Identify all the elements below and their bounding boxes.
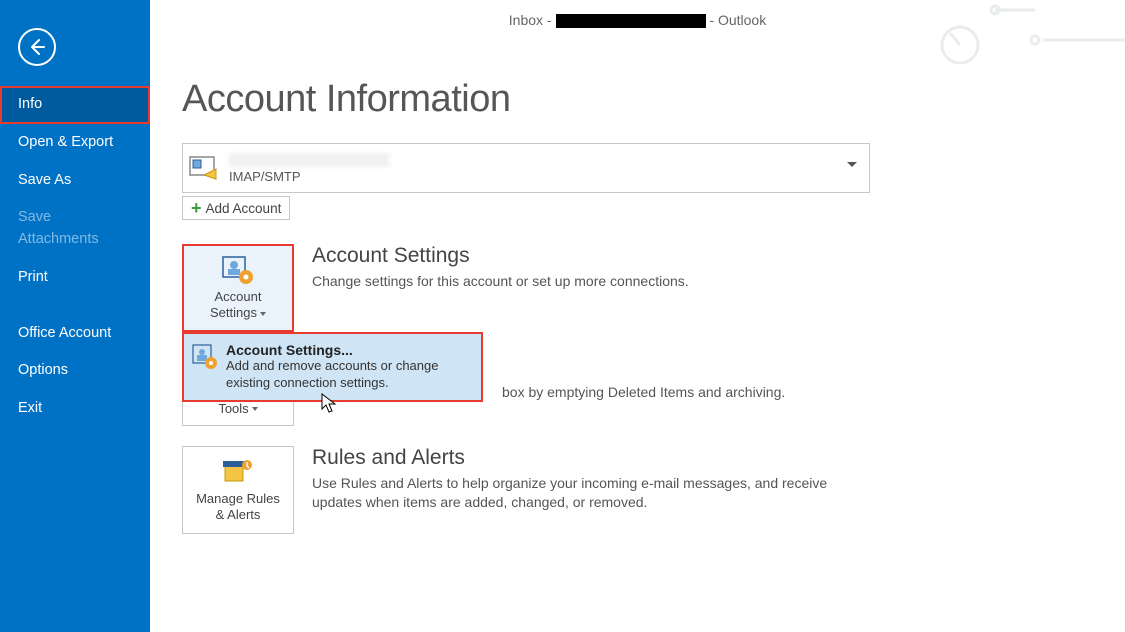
decoration-graphic	[925, 0, 1125, 70]
nav-print[interactable]: Print	[0, 259, 150, 297]
account-email-redacted	[229, 153, 389, 167]
dropdown-description: Add and remove accounts or change existi…	[226, 358, 473, 392]
chevron-down-icon	[260, 312, 266, 316]
account-settings-icon	[192, 344, 218, 370]
dropdown-title: Account Settings...	[226, 342, 473, 358]
nav-open-export[interactable]: Open & Export	[0, 124, 150, 162]
redacted-email	[556, 14, 706, 28]
rules-alerts-icon	[221, 457, 255, 487]
chevron-down-icon	[847, 162, 857, 167]
nav-save-attachments: Save Attachments	[0, 199, 150, 259]
account-settings-button[interactable]: Account Settings	[182, 244, 294, 332]
arrow-left-icon	[27, 37, 47, 57]
account-settings-icon	[221, 255, 255, 285]
account-settings-description: Change settings for this account or set …	[312, 272, 689, 291]
main-content: Inbox - - Outlook Account Information IM…	[150, 0, 1125, 632]
rules-alerts-description: Use Rules and Alerts to help organize yo…	[312, 474, 852, 512]
account-settings-heading: Account Settings	[312, 244, 689, 268]
add-account-button[interactable]: + Add Account	[182, 196, 290, 220]
mailbox-icon	[187, 152, 219, 184]
page-title: Account Information	[182, 78, 1125, 121]
backstage-sidebar: Info Open & Export Save As Save Attachme…	[0, 0, 150, 632]
manage-rules-alerts-button[interactable]: Manage Rules & Alerts	[182, 446, 294, 534]
nav-office-account[interactable]: Office Account	[0, 315, 150, 353]
rules-alerts-heading: Rules and Alerts	[312, 446, 852, 470]
nav-exit[interactable]: Exit	[0, 390, 150, 428]
account-type-label: IMAP/SMTP	[229, 169, 389, 184]
account-selector-dropdown[interactable]: IMAP/SMTP	[182, 143, 870, 193]
nav-options[interactable]: Options	[0, 352, 150, 390]
nav-save-as[interactable]: Save As	[0, 162, 150, 200]
back-button[interactable]	[18, 28, 56, 66]
account-settings-menu-item[interactable]: Account Settings... Add and remove accou…	[182, 332, 483, 402]
nav-info[interactable]: Info	[0, 86, 150, 124]
chevron-down-icon	[252, 407, 258, 411]
plus-icon: +	[191, 199, 202, 217]
